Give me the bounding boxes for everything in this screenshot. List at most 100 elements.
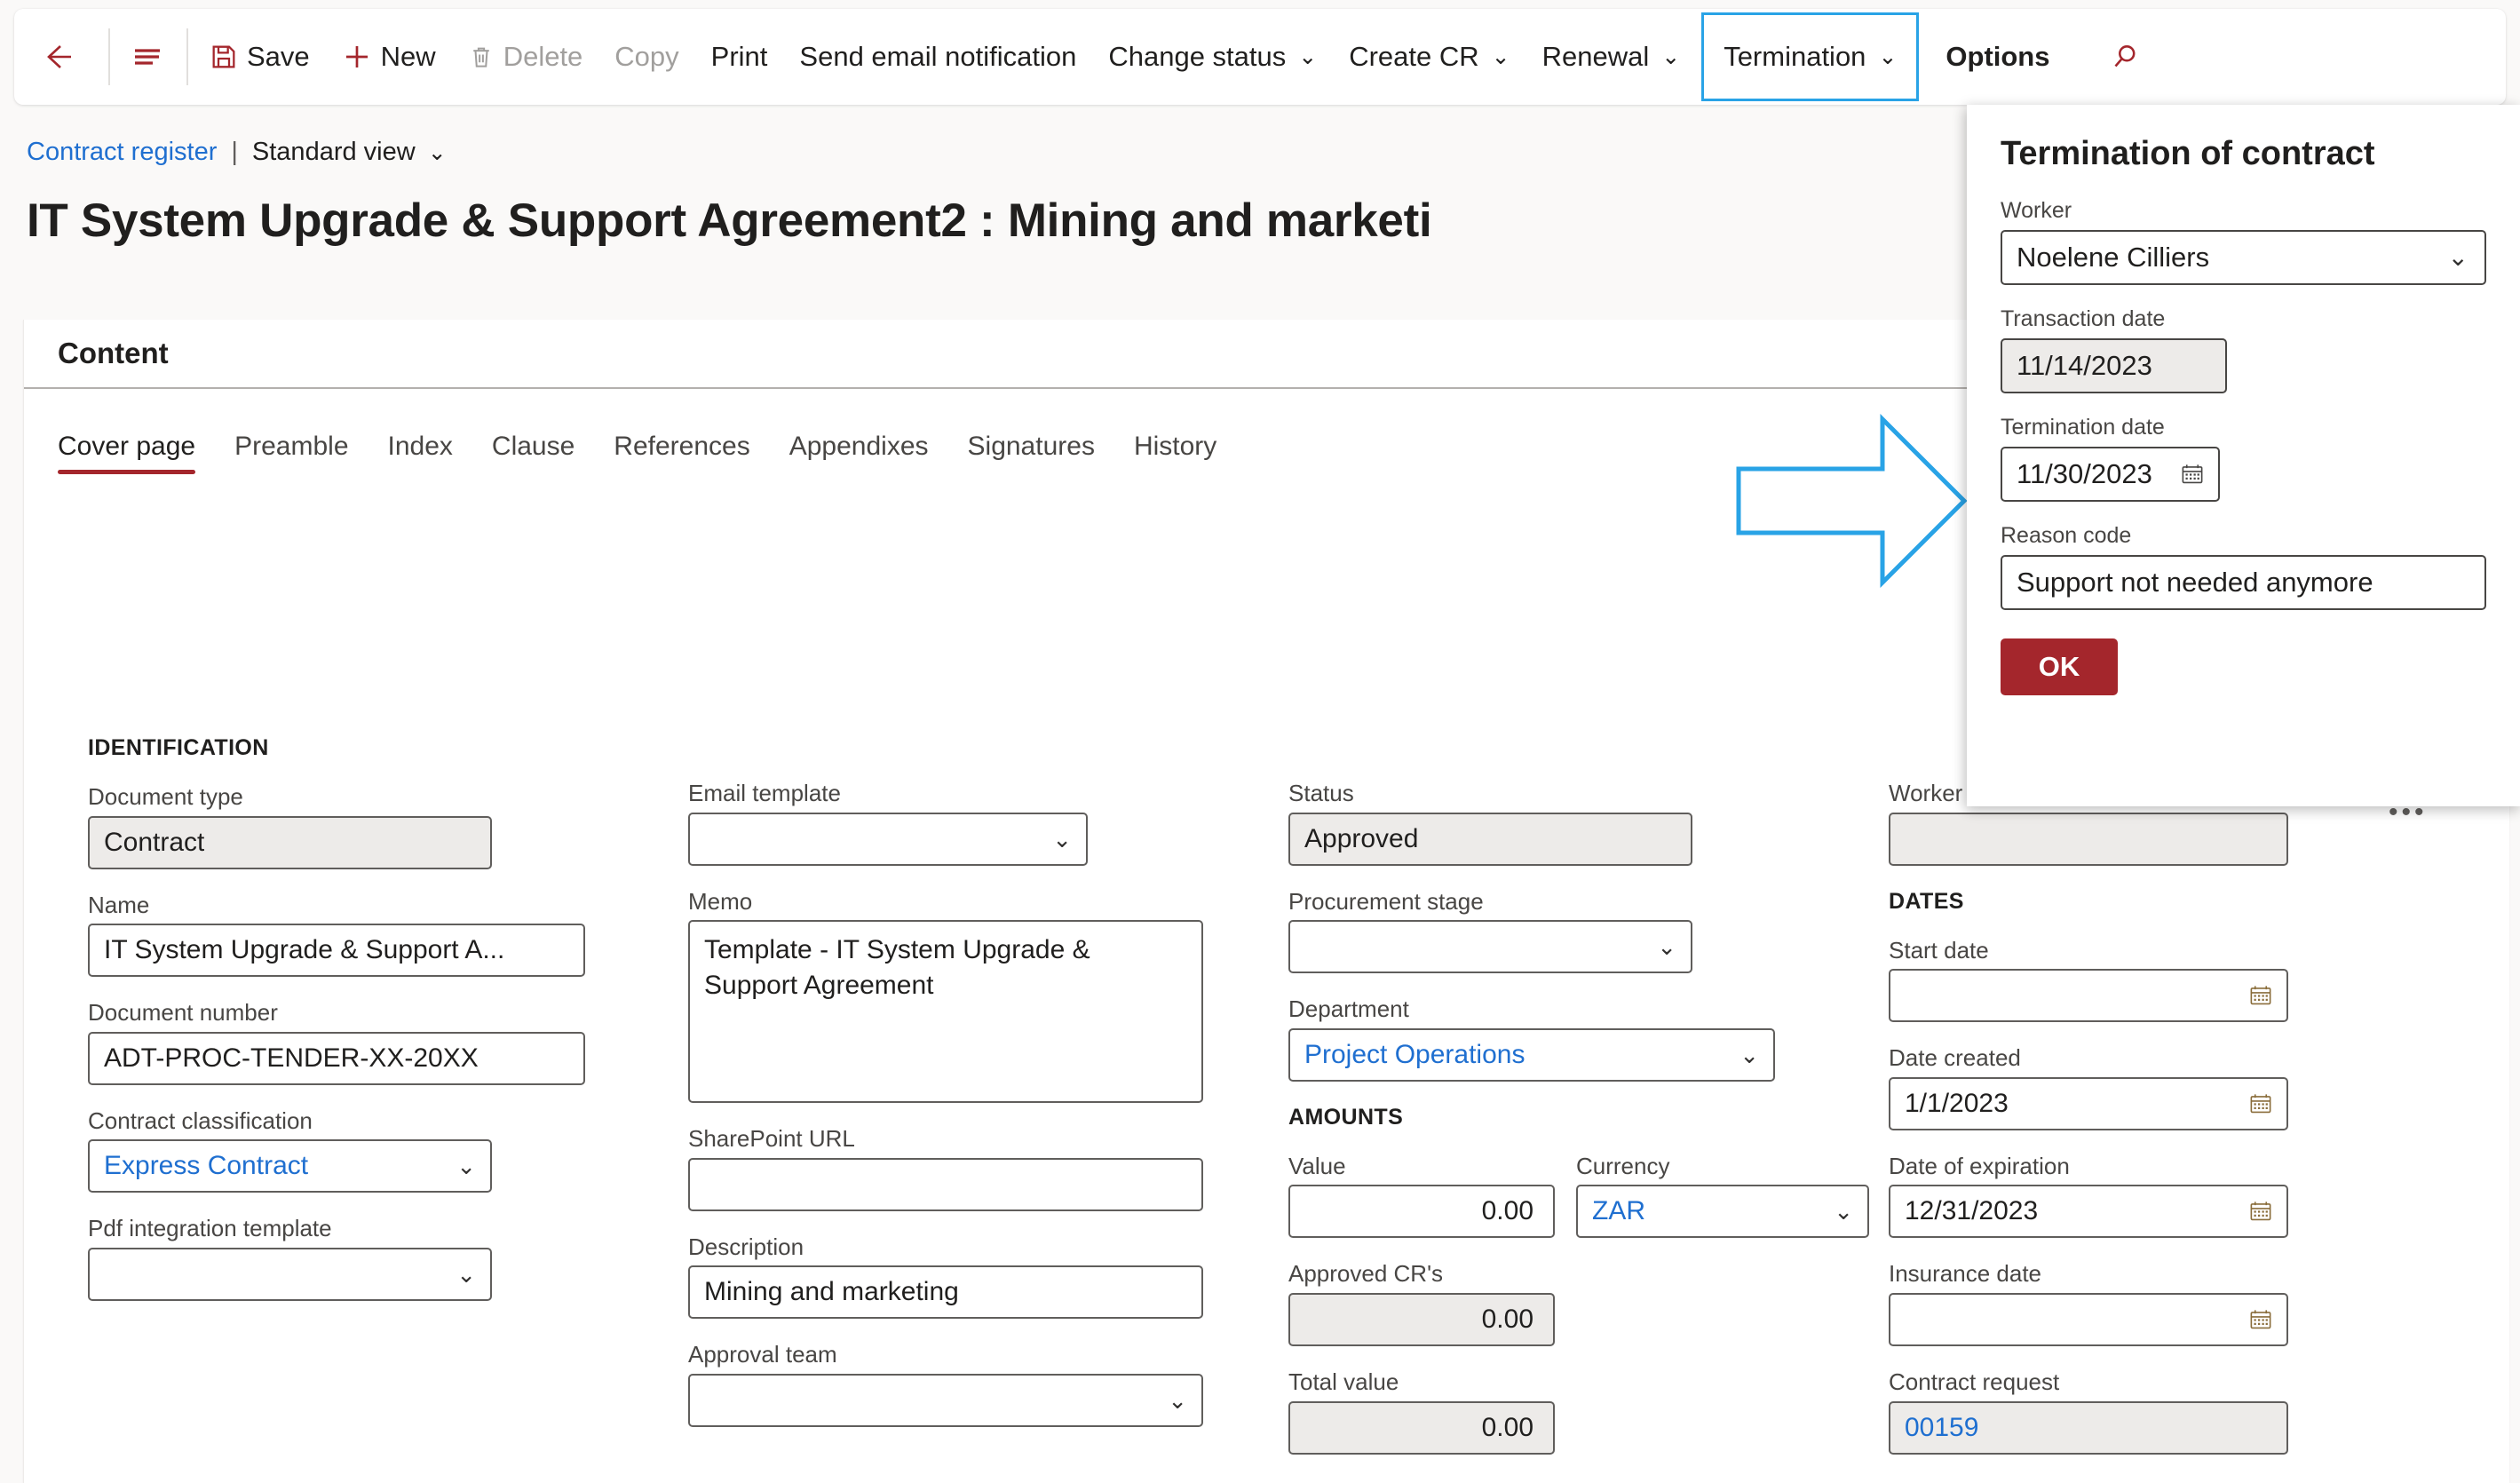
- calendar-icon[interactable]: [2247, 982, 2274, 1009]
- contract-request-input[interactable]: 00159: [1889, 1400, 2288, 1455]
- show-list-button[interactable]: [115, 23, 181, 91]
- calendar-icon[interactable]: [2179, 461, 2206, 488]
- new-button[interactable]: New: [326, 23, 452, 91]
- field-insurance-date: Insurance date: [1889, 1261, 2306, 1346]
- dialog-worker-dropdown[interactable]: Noelene Cilliers ⌄: [2001, 230, 2486, 285]
- field-document-number: Document number ADT-PROC-TENDER-XX-20XX: [88, 1000, 585, 1085]
- field-label: Currency: [1576, 1152, 1670, 1179]
- date-created-input[interactable]: 1/1/2023: [1889, 1076, 2288, 1130]
- print-button[interactable]: Print: [695, 23, 784, 91]
- back-button[interactable]: [34, 23, 103, 91]
- field-label: Date of expiration: [1889, 1152, 2070, 1179]
- dialog-reason-code-input[interactable]: Support not needed anymore: [2001, 555, 2486, 610]
- chevron-down-icon[interactable]: ⌄: [1834, 1200, 1853, 1223]
- pdf-integration-template-dropdown[interactable]: ⌄: [88, 1247, 492, 1301]
- page-title: IT System Upgrade & Support Agreement2 :…: [27, 194, 1432, 247]
- new-label: New: [380, 41, 436, 72]
- dialog-field-worker: Worker Noelene Cilliers ⌄: [2001, 198, 2486, 285]
- search-button[interactable]: [2091, 23, 2159, 91]
- tab-appendixes[interactable]: Appendixes: [770, 432, 948, 474]
- form-column-status-amounts: Status Approved Procurement stage ⌄ Depa…: [1288, 735, 1869, 1478]
- copy-label: Copy: [614, 41, 679, 72]
- currency-dropdown[interactable]: ZAR ⌄: [1576, 1185, 1869, 1239]
- copy-button[interactable]: Copy: [598, 23, 694, 91]
- renewal-menu[interactable]: Renewal ⌄: [1526, 23, 1697, 91]
- document-type-input[interactable]: Contract: [88, 815, 492, 869]
- save-button[interactable]: Save: [194, 23, 326, 91]
- memo-input[interactable]: Template - IT System Upgrade & Support A…: [688, 920, 1203, 1104]
- tab-references[interactable]: References: [594, 432, 769, 474]
- approval-team-dropdown[interactable]: ⌄: [688, 1373, 1203, 1427]
- termination-label: Termination: [1724, 41, 1866, 72]
- chevron-down-icon: ⌄: [427, 139, 447, 165]
- chevron-down-icon[interactable]: ⌄: [456, 1154, 476, 1178]
- delete-button[interactable]: Delete: [452, 23, 599, 91]
- breadcrumb: Contract register | Standard view ⌄: [27, 138, 447, 167]
- calendar-icon[interactable]: [2247, 1090, 2274, 1117]
- chevron-down-icon: ⌄: [1491, 44, 1510, 69]
- worker-input[interactable]: [1889, 812, 2288, 866]
- field-approval-team: Approval team ⌄: [688, 1342, 1203, 1427]
- field-value: 1/1/2023: [1905, 1088, 2009, 1118]
- breadcrumb-link-contract-register[interactable]: Contract register: [27, 138, 217, 167]
- dialog-title: Termination of contract: [2001, 135, 2375, 172]
- start-date-input[interactable]: [1889, 969, 2288, 1023]
- tab-history[interactable]: History: [1114, 432, 1236, 474]
- name-input[interactable]: IT System Upgrade & Support A...: [88, 924, 585, 978]
- tab-cover-page[interactable]: Cover page: [58, 432, 215, 474]
- total-value-input[interactable]: 0.00: [1288, 1400, 1555, 1455]
- calendar-icon[interactable]: [2247, 1306, 2274, 1333]
- department-dropdown[interactable]: Project Operations ⌄: [1288, 1027, 1775, 1082]
- send-email-notification-button[interactable]: Send email notification: [783, 23, 1092, 91]
- dialog-field-transaction-date: Transaction date 11/14/2023: [2001, 306, 2486, 393]
- field-value-amount: Value 0.00: [1288, 1154, 1555, 1239]
- termination-menu[interactable]: Termination ⌄: [1701, 12, 1920, 101]
- tab-label: Signatures: [967, 432, 1095, 461]
- chevron-down-icon[interactable]: ⌄: [456, 1263, 476, 1286]
- options-button[interactable]: Options: [1919, 23, 2065, 91]
- chevron-down-icon[interactable]: ⌄: [1168, 1389, 1187, 1412]
- field-label: Approval team: [688, 1341, 837, 1368]
- field-label: Document number: [88, 999, 278, 1027]
- dialog-field-termination-date: Termination date 11/30/2023: [2001, 415, 2486, 502]
- dialog-transaction-date-input[interactable]: 11/14/2023: [2001, 338, 2227, 393]
- field-value: Project Operations: [1304, 1039, 1525, 1069]
- tab-signatures[interactable]: Signatures: [948, 432, 1114, 474]
- dialog-ok-button[interactable]: OK: [2001, 638, 2118, 695]
- value-input[interactable]: 0.00: [1288, 1185, 1555, 1239]
- approved-crs-input[interactable]: 0.00: [1288, 1292, 1555, 1346]
- create-cr-menu[interactable]: Create CR ⌄: [1333, 23, 1525, 91]
- procurement-stage-dropdown[interactable]: ⌄: [1288, 920, 1692, 974]
- field-value: 0.00: [1481, 1304, 1533, 1334]
- tab-label: Appendixes: [788, 432, 929, 461]
- tab-clause[interactable]: Clause: [472, 432, 594, 474]
- chevron-down-icon[interactable]: ⌄: [2448, 245, 2468, 270]
- field-label: Memo: [688, 887, 753, 915]
- field-document-type: Document type Contract: [88, 784, 585, 869]
- document-number-input[interactable]: ADT-PROC-TENDER-XX-20XX: [88, 1031, 585, 1085]
- chevron-down-icon[interactable]: ⌄: [1739, 1043, 1759, 1067]
- field-value: Express Contract: [104, 1151, 309, 1181]
- description-input[interactable]: Mining and marketing: [688, 1265, 1203, 1320]
- contract-classification-dropdown[interactable]: Express Contract ⌄: [88, 1139, 492, 1194]
- tab-index[interactable]: Index: [368, 432, 472, 474]
- tab-preamble[interactable]: Preamble: [215, 432, 368, 474]
- toolbar-divider-2: [186, 28, 188, 85]
- email-template-dropdown[interactable]: ⌄: [688, 812, 1088, 866]
- field-value: ADT-PROC-TENDER-XX-20XX: [104, 1043, 479, 1073]
- field-label: Procurement stage: [1288, 887, 1484, 915]
- calendar-icon[interactable]: [2247, 1198, 2274, 1225]
- insurance-date-input[interactable]: [1889, 1292, 2288, 1346]
- date-of-expiration-input[interactable]: 12/31/2023: [1889, 1185, 2288, 1239]
- field-contract-request: Contract request 00159: [1889, 1369, 2306, 1455]
- sharepoint-url-input[interactable]: [688, 1157, 1203, 1211]
- change-status-menu[interactable]: Change status ⌄: [1092, 23, 1333, 91]
- toolbar-divider-1: [108, 28, 110, 85]
- dialog-termination-date-input[interactable]: 11/30/2023: [2001, 447, 2220, 502]
- field-label: Start date: [1889, 936, 1989, 964]
- status-input[interactable]: Approved: [1288, 812, 1692, 866]
- view-selector[interactable]: Standard view ⌄: [252, 138, 447, 167]
- chevron-down-icon[interactable]: ⌄: [1657, 935, 1676, 958]
- chevron-down-icon[interactable]: ⌄: [1052, 828, 1072, 851]
- field-label: Document type: [88, 783, 243, 810]
